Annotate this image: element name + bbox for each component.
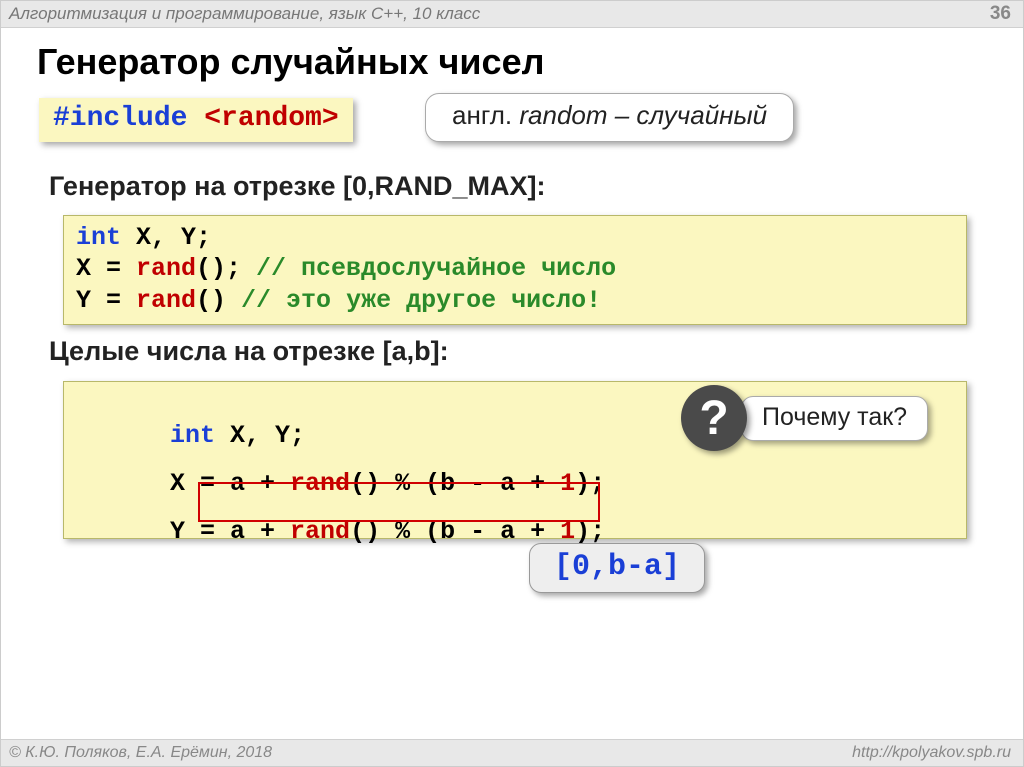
include-keyword: #include <box>53 103 187 134</box>
lhs: X = <box>76 254 136 283</box>
lhs: Y = <box>76 286 136 315</box>
callout-suffix: – случайный <box>608 100 768 130</box>
footer-left: © К.Ю. Поляков, Е.А. Ерёмин, 2018 <box>9 744 272 762</box>
question-bubble: ? Почему так? <box>681 385 928 451</box>
range-callout: [0,b-a] <box>529 543 705 593</box>
code-line: X = rand(); // псевдослучайное число <box>76 253 954 284</box>
code-line: Y = rand() // это уже другое число! <box>76 285 954 316</box>
question-mark-icon: ? <box>681 385 747 451</box>
after-call: () <box>196 286 241 315</box>
section1-heading: Генератор на отрезке [0,RAND_MAX]: <box>49 171 545 202</box>
code-block-1: int X, Y; X = rand(); // псевдослучайное… <box>63 215 967 325</box>
page-title: Генератор случайных чисел <box>37 41 544 83</box>
callout-prefix: англ. <box>452 100 519 130</box>
page-number: 36 <box>990 3 1011 25</box>
header-bar: Алгоритмизация и программирование, язык … <box>1 1 1023 28</box>
decl-rest: X, Y; <box>121 223 211 252</box>
breadcrumb: Алгоритмизация и программирование, язык … <box>9 4 480 24</box>
footer-bar: © К.Ю. Поляков, Е.А. Ерёмин, 2018 http:/… <box>1 739 1023 766</box>
fn-rand: rand <box>136 254 196 283</box>
section2-heading: Целые числа на отрезке [a,b]: <box>49 336 449 367</box>
kw-int: int <box>76 223 121 252</box>
after-call: (); <box>196 254 256 283</box>
slide: Алгоритмизация и программирование, язык … <box>0 0 1024 767</box>
include-directive: #include <random> <box>39 98 353 142</box>
callout-random: англ. random – случайный <box>425 93 794 142</box>
highlight-frame <box>198 482 600 522</box>
callout-word: random <box>519 100 607 130</box>
comment: // это уже другое число! <box>241 286 601 315</box>
comment: // псевдослучайное число <box>256 254 616 283</box>
include-header: <random> <box>204 103 338 134</box>
fn-rand: rand <box>136 286 196 315</box>
footer-right: http://kpolyakov.spb.ru <box>852 744 1011 762</box>
question-text: Почему так? <box>741 396 928 441</box>
code-line: int X, Y; <box>76 222 954 253</box>
